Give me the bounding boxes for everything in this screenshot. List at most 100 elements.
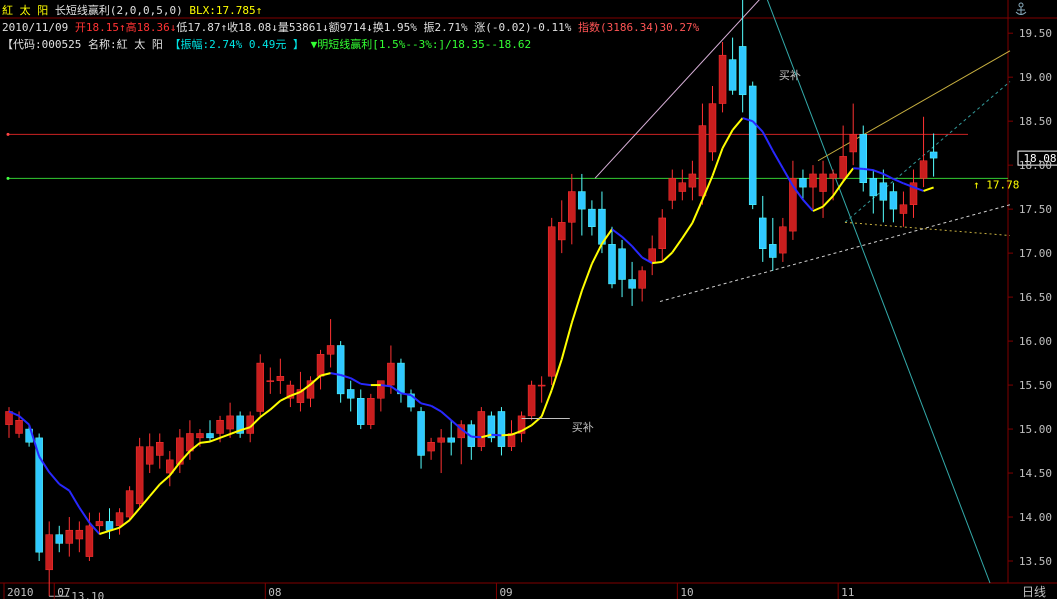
ma-segment (580, 263, 593, 292)
candle-body (156, 442, 164, 456)
ma-segment (99, 529, 110, 535)
y-tick-label: 14.00 (1019, 511, 1052, 524)
candlestick-chart[interactable]: 19.9513.10买补买补↑ 17.7818.08 19.5019.0018.… (0, 0, 1057, 599)
ma-segment (471, 435, 482, 439)
y-tick-label: 15.50 (1019, 379, 1052, 392)
ma-segment (560, 322, 573, 360)
ma-segment (199, 440, 211, 444)
candle-body (628, 279, 636, 289)
candle-body (849, 134, 857, 153)
ma-segment (78, 507, 91, 524)
y-tick-label: 18.00 (1019, 159, 1052, 172)
y-tick-label: 16.00 (1019, 335, 1052, 348)
channel-upper (817, 50, 1011, 162)
ma-segment (691, 199, 704, 224)
y-tick-label: 13.50 (1019, 555, 1052, 568)
high-label: 19.95 (760, 0, 793, 1)
candle-body (718, 54, 727, 104)
ma-segment (148, 483, 161, 497)
candle-body (427, 442, 435, 452)
candle-body (537, 384, 546, 387)
candle-body (447, 437, 455, 443)
ma-segment (853, 167, 864, 170)
ma-segment (309, 374, 322, 386)
candle-body (608, 244, 616, 285)
candle-body (357, 398, 365, 425)
candle-body (738, 46, 747, 96)
candle-body (879, 182, 888, 201)
ma-segment (721, 129, 734, 149)
candle-body (929, 151, 938, 159)
ma-segment (570, 290, 583, 324)
ma-segment (671, 237, 684, 254)
candle-body (316, 354, 325, 377)
candle-body (367, 398, 375, 425)
candle-body (759, 217, 767, 249)
candle-body (437, 437, 445, 443)
candle-body (266, 380, 275, 382)
candle-body (387, 362, 395, 386)
ma-segment (863, 167, 874, 172)
x-axis: 2010 07 08 09 10 11 日线 (3, 583, 1046, 599)
y-tick-label: 16.50 (1019, 291, 1052, 304)
candle-body (769, 244, 777, 258)
candle-body (417, 411, 425, 456)
ma-segment (591, 243, 603, 265)
candle-body (226, 415, 234, 430)
candle-body (899, 204, 908, 214)
buy-mark: 买补 (779, 69, 801, 82)
candle-body (336, 345, 345, 395)
candle-body (588, 208, 596, 227)
candle-body (698, 125, 707, 197)
candle-body (135, 446, 144, 505)
ma-segment (872, 169, 884, 175)
x-tick-label: 11 (841, 586, 854, 599)
candle-body (558, 222, 566, 241)
ma-segment (269, 400, 282, 411)
anchor-icon[interactable] (1014, 2, 1028, 16)
candle-body (326, 345, 335, 355)
candle-body (618, 248, 626, 280)
ma-segment (892, 178, 904, 185)
y-tick-label: 15.00 (1019, 423, 1052, 436)
candle-body (216, 420, 224, 434)
ma-segment (781, 167, 794, 187)
candle-body (196, 433, 204, 439)
trend-line-down (766, 0, 991, 584)
x-tick-label: 07 (57, 586, 70, 599)
candle-body (75, 529, 84, 540)
candle-body (115, 512, 124, 527)
candle-body (658, 217, 666, 249)
ma-segment (430, 404, 442, 413)
channel-mid (844, 81, 1011, 223)
y-tick-label: 17.00 (1019, 247, 1052, 260)
candle-body (145, 446, 154, 465)
y-tick-label: 14.50 (1019, 467, 1052, 480)
candle-body (55, 534, 63, 544)
candle-body (377, 380, 385, 399)
ma-segment (209, 436, 221, 443)
ma-segment (631, 245, 643, 259)
ma-segment (661, 251, 673, 263)
candle-body (869, 178, 878, 197)
ma-segment (530, 415, 543, 427)
ma-segment (68, 490, 81, 509)
channel-lower (659, 204, 1011, 302)
candle-body (708, 103, 717, 153)
ma-segment (711, 147, 724, 177)
ma-segment (219, 433, 231, 439)
candle-body (578, 191, 586, 210)
candle-body (678, 182, 687, 192)
candle-body (839, 156, 847, 179)
y-tick-label: 19.50 (1019, 27, 1052, 40)
candles-layer (5, 0, 938, 597)
ma-segment (802, 199, 814, 212)
ma-segment (621, 236, 633, 247)
ma-segment (420, 402, 432, 407)
candle-body (799, 178, 807, 188)
buy-mark: 买补 (572, 421, 594, 434)
candle-body (397, 362, 405, 395)
candle-body (547, 226, 556, 377)
ma-segment (400, 392, 412, 397)
low-label: 13.10 (71, 590, 104, 599)
